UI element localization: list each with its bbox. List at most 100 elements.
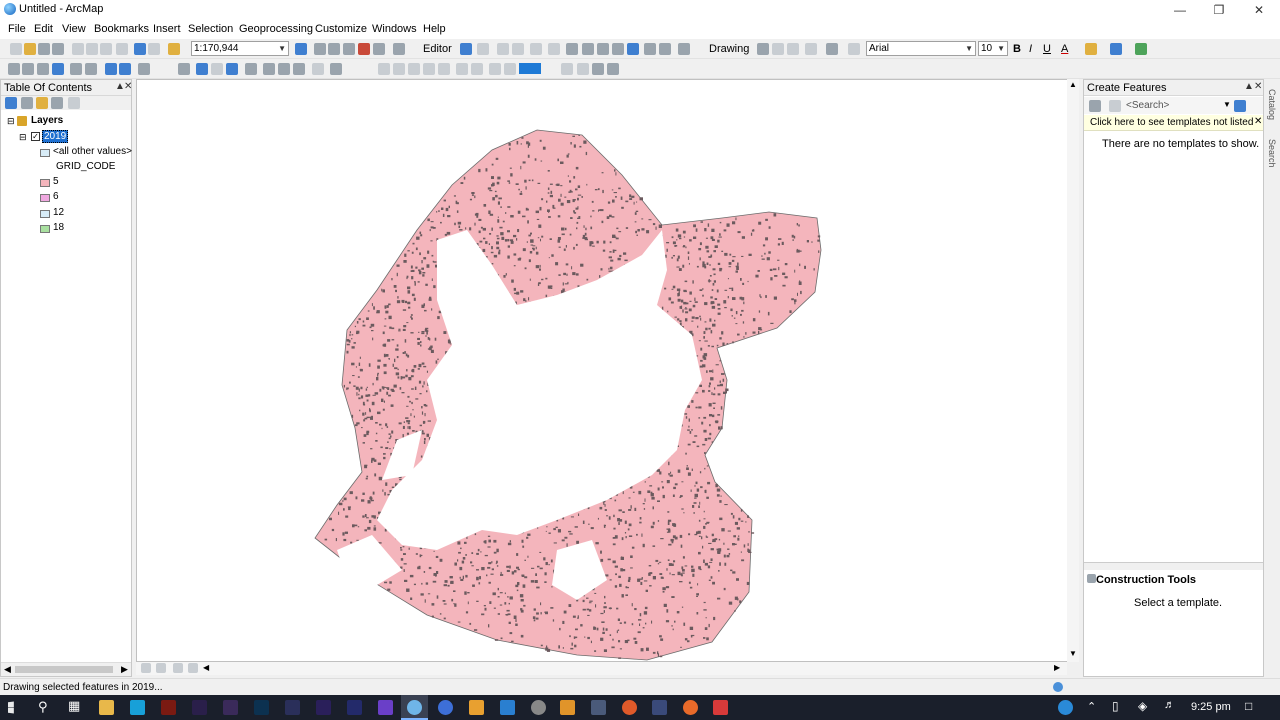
clock[interactable]: 9:25 pm — [1191, 701, 1231, 713]
scroll-right-icon[interactable]: ▶ — [1054, 663, 1060, 672]
scroll-thumb[interactable] — [15, 666, 113, 673]
toc-window-icon[interactable] — [314, 43, 326, 55]
class-swatch-5[interactable] — [40, 179, 50, 187]
close-hint-icon[interactable]: ✕ — [1254, 116, 1263, 127]
attributes-window-icon[interactable] — [644, 43, 656, 55]
arcmap-icon[interactable] — [407, 700, 422, 715]
chevron-down-icon[interactable]: ▼ — [1223, 100, 1231, 109]
find-icon[interactable] — [263, 63, 275, 75]
maximize-button[interactable]: ❐ — [1199, 0, 1239, 20]
layout-tool-12-icon[interactable] — [592, 63, 604, 75]
class-swatch-6[interactable] — [40, 194, 50, 202]
pin-icon[interactable]: ▲ — [1244, 81, 1254, 92]
search-window-icon[interactable] — [343, 43, 355, 55]
save-icon[interactable] — [38, 43, 50, 55]
class-swatch-18[interactable] — [40, 225, 50, 233]
reshape-icon[interactable] — [612, 43, 624, 55]
toc-options-icon[interactable] — [68, 97, 80, 109]
menu-customize[interactable]: Customize — [315, 23, 367, 35]
editor-options-icon[interactable] — [678, 43, 690, 55]
cut-icon[interactable] — [72, 43, 84, 55]
fixed-zoom-in-icon[interactable] — [70, 63, 82, 75]
edit-annotation-icon[interactable] — [477, 43, 489, 55]
data-view-icon[interactable] — [141, 663, 151, 673]
template-search-input[interactable]: <Search> — [1126, 100, 1169, 111]
drawing-menu[interactable]: Drawing — [709, 43, 749, 55]
copy-icon[interactable] — [86, 43, 98, 55]
line-color-icon[interactable] — [1110, 43, 1122, 55]
font-color-button[interactable]: A — [1061, 43, 1068, 55]
identify-icon[interactable] — [196, 63, 208, 75]
globe-icon[interactable] — [438, 700, 453, 715]
catalog-tab[interactable]: Catalog — [1267, 89, 1277, 120]
sketch-properties-icon[interactable] — [530, 43, 542, 55]
menu-edit[interactable]: Edit — [34, 23, 53, 35]
font-name-combo[interactable]: Arial ▼ — [866, 41, 976, 56]
scroll-down-icon[interactable]: ▼ — [1069, 649, 1077, 658]
panel-splitter[interactable] — [1084, 562, 1263, 570]
search-icon[interactable]: ⚲ — [38, 699, 48, 715]
close-window-button[interactable]: ✕ — [1239, 0, 1279, 20]
photoshop-icon[interactable] — [254, 700, 269, 715]
edit-element-vertices-icon[interactable] — [848, 43, 860, 55]
notifications-icon[interactable]: □ — [1245, 699, 1252, 713]
app-circle-icon[interactable] — [285, 700, 300, 715]
topology-icon[interactable] — [566, 43, 578, 55]
menu-insert[interactable]: Insert — [153, 23, 181, 35]
layout-tool-5-icon[interactable] — [438, 63, 450, 75]
scroll-left-icon[interactable]: ◀ — [4, 664, 11, 675]
rotate-icon[interactable] — [627, 43, 639, 55]
map-scale-combo[interactable]: 1:170,944 ▼ — [191, 41, 289, 56]
fill-color-icon[interactable] — [1085, 43, 1097, 55]
layout-tool-2-icon[interactable] — [393, 63, 405, 75]
visual-studio-icon[interactable] — [378, 700, 393, 715]
editor-menu[interactable]: Editor — [423, 43, 452, 55]
toc-horizontal-scrollbar[interactable]: ◀ ▶ — [1, 662, 131, 676]
straight-segment-icon[interactable] — [497, 43, 509, 55]
hyperlink-icon[interactable] — [211, 63, 223, 75]
model-builder-icon[interactable] — [393, 43, 405, 55]
color-swatch-button[interactable] — [519, 63, 541, 74]
measure-icon[interactable] — [245, 63, 257, 75]
zoom-out-icon[interactable] — [22, 63, 34, 75]
firefox-dev-icon[interactable] — [683, 700, 698, 715]
redo-icon[interactable] — [148, 43, 160, 55]
menu-windows[interactable]: Windows — [372, 23, 417, 35]
list-by-visibility-icon[interactable] — [36, 97, 48, 109]
rectangle-icon[interactable] — [805, 43, 817, 55]
help-icon[interactable] — [1058, 700, 1073, 715]
layout-tool-6-icon[interactable] — [456, 63, 468, 75]
map-canvas[interactable] — [137, 80, 1080, 663]
new-document-icon[interactable] — [10, 43, 22, 55]
forward-extent-icon[interactable] — [119, 63, 131, 75]
search-icon[interactable] — [1234, 100, 1246, 112]
edit-tool-icon[interactable] — [460, 43, 472, 55]
underline-button[interactable]: U — [1043, 43, 1051, 55]
battery-icon[interactable]: ▯ — [1112, 699, 1119, 713]
trace-icon[interactable] — [512, 43, 524, 55]
zoom-in-icon[interactable] — [8, 63, 20, 75]
add-data-icon[interactable] — [168, 43, 180, 55]
task-view-icon[interactable]: ▦ — [68, 698, 80, 714]
list-by-drawing-order-icon[interactable] — [5, 97, 17, 109]
editor-toolbar-icon[interactable] — [295, 43, 307, 55]
pan-icon[interactable] — [37, 63, 49, 75]
select-elements-arrow-icon[interactable] — [178, 63, 190, 75]
app-dark-icon[interactable] — [347, 700, 362, 715]
layout-tool-1-icon[interactable] — [378, 63, 390, 75]
network-app-icon[interactable] — [500, 700, 515, 715]
filter-icon[interactable] — [1109, 100, 1121, 112]
other-values-swatch[interactable] — [40, 149, 50, 157]
select-by-graphics-icon[interactable] — [138, 63, 150, 75]
minimize-button[interactable]: — — [1160, 0, 1200, 20]
menu-bookmarks[interactable]: Bookmarks — [94, 23, 149, 35]
menu-file[interactable]: File — [8, 23, 26, 35]
collapse-layer-icon[interactable]: ⊟ — [19, 132, 27, 143]
catalog-window-icon[interactable] — [328, 43, 340, 55]
app-red-icon[interactable] — [713, 700, 728, 715]
open-icon[interactable] — [24, 43, 36, 55]
arctoolbox-icon[interactable] — [358, 43, 370, 55]
layer-visibility-checkbox[interactable]: ✓ — [31, 132, 40, 141]
scroll-right-icon[interactable]: ▶ — [121, 664, 128, 675]
volume-icon[interactable]: ♬ — [1164, 699, 1175, 711]
